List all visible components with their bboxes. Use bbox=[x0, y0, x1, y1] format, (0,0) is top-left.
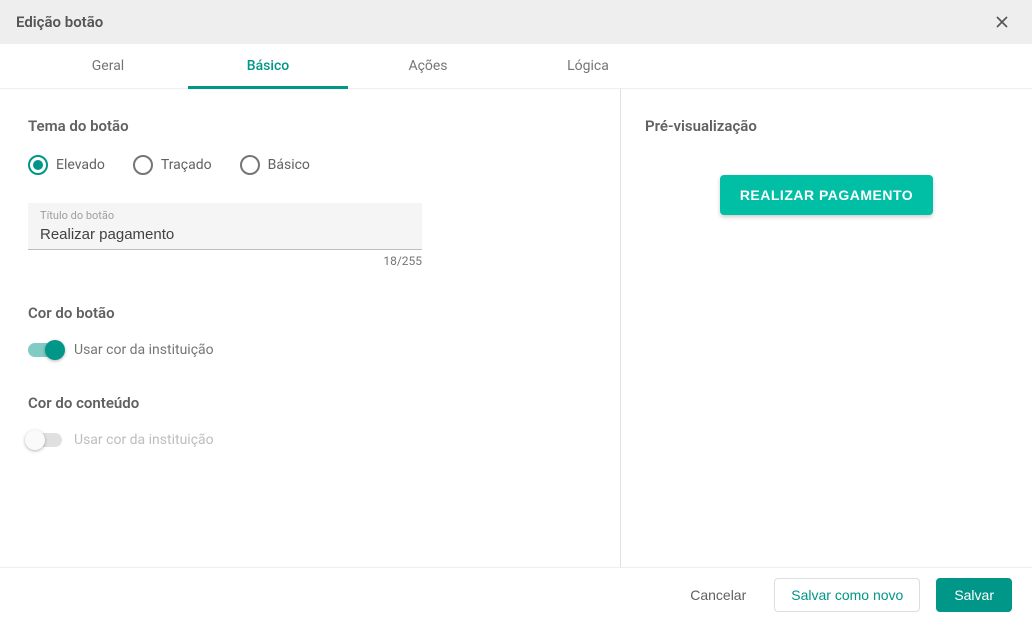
dialog-title: Edição botão bbox=[16, 13, 103, 31]
title-char-count: 18/255 bbox=[28, 254, 422, 268]
close-icon bbox=[992, 12, 1012, 32]
button-color-title: Cor do botão bbox=[28, 304, 588, 322]
button-color-toggle-label: Usar cor da instituição bbox=[74, 342, 214, 358]
radio-label: Traçado bbox=[161, 157, 212, 173]
dialog-footer: Cancelar Salvar como novo Salvar bbox=[0, 567, 1032, 622]
radio-label: Elevado bbox=[56, 157, 105, 173]
theme-radio-group: Elevado Traçado Básico bbox=[28, 155, 588, 175]
radio-icon bbox=[133, 155, 153, 175]
dialog-header: Edição botão bbox=[0, 0, 1032, 44]
tab-acoes[interactable]: Ações bbox=[348, 44, 508, 88]
toggle-thumb-icon bbox=[25, 430, 45, 450]
content-color-section: Cor do conteúdo Usar cor da instituição bbox=[28, 394, 588, 448]
content-color-toggle[interactable] bbox=[28, 433, 62, 447]
title-input[interactable] bbox=[40, 222, 410, 245]
radio-tracado[interactable]: Traçado bbox=[133, 155, 212, 175]
content-color-toggle-label: Usar cor da instituição bbox=[74, 432, 214, 448]
close-button[interactable] bbox=[988, 8, 1016, 36]
cancel-button[interactable]: Cancelar bbox=[678, 579, 758, 611]
dialog-body: Tema do botão Elevado Traçado Básico Tít… bbox=[0, 89, 1032, 567]
save-button[interactable]: Salvar bbox=[936, 578, 1012, 612]
button-color-toggle[interactable] bbox=[28, 343, 62, 357]
title-field-label: Título do botão bbox=[40, 209, 410, 222]
tab-logica[interactable]: Lógica bbox=[508, 44, 668, 88]
button-color-section: Cor do botão Usar cor da instituição bbox=[28, 304, 588, 358]
content-color-toggle-row: Usar cor da instituição bbox=[28, 432, 588, 448]
radio-basico[interactable]: Básico bbox=[240, 155, 310, 175]
radio-label: Básico bbox=[268, 157, 310, 173]
button-color-toggle-row: Usar cor da instituição bbox=[28, 342, 588, 358]
save-as-new-button[interactable]: Salvar como novo bbox=[774, 578, 920, 612]
theme-section-title: Tema do botão bbox=[28, 117, 588, 135]
preview-wrap: REALIZAR PAGAMENTO bbox=[645, 175, 1008, 215]
tab-geral[interactable]: Geral bbox=[28, 44, 188, 88]
theme-section: Tema do botão Elevado Traçado Básico Tít… bbox=[28, 117, 588, 268]
preview-title: Pré-visualização bbox=[645, 117, 1008, 135]
radio-icon bbox=[240, 155, 260, 175]
radio-elevado[interactable]: Elevado bbox=[28, 155, 105, 175]
title-field[interactable]: Título do botão bbox=[28, 203, 422, 250]
form-pane: Tema do botão Elevado Traçado Básico Tít… bbox=[0, 89, 620, 567]
radio-icon bbox=[28, 155, 48, 175]
preview-button[interactable]: REALIZAR PAGAMENTO bbox=[720, 175, 933, 215]
tab-bar: Geral Básico Ações Lógica bbox=[0, 44, 1032, 89]
tab-basico[interactable]: Básico bbox=[188, 44, 348, 88]
preview-pane: Pré-visualização REALIZAR PAGAMENTO bbox=[620, 89, 1032, 567]
content-color-title: Cor do conteúdo bbox=[28, 394, 588, 412]
toggle-thumb-icon bbox=[45, 340, 65, 360]
